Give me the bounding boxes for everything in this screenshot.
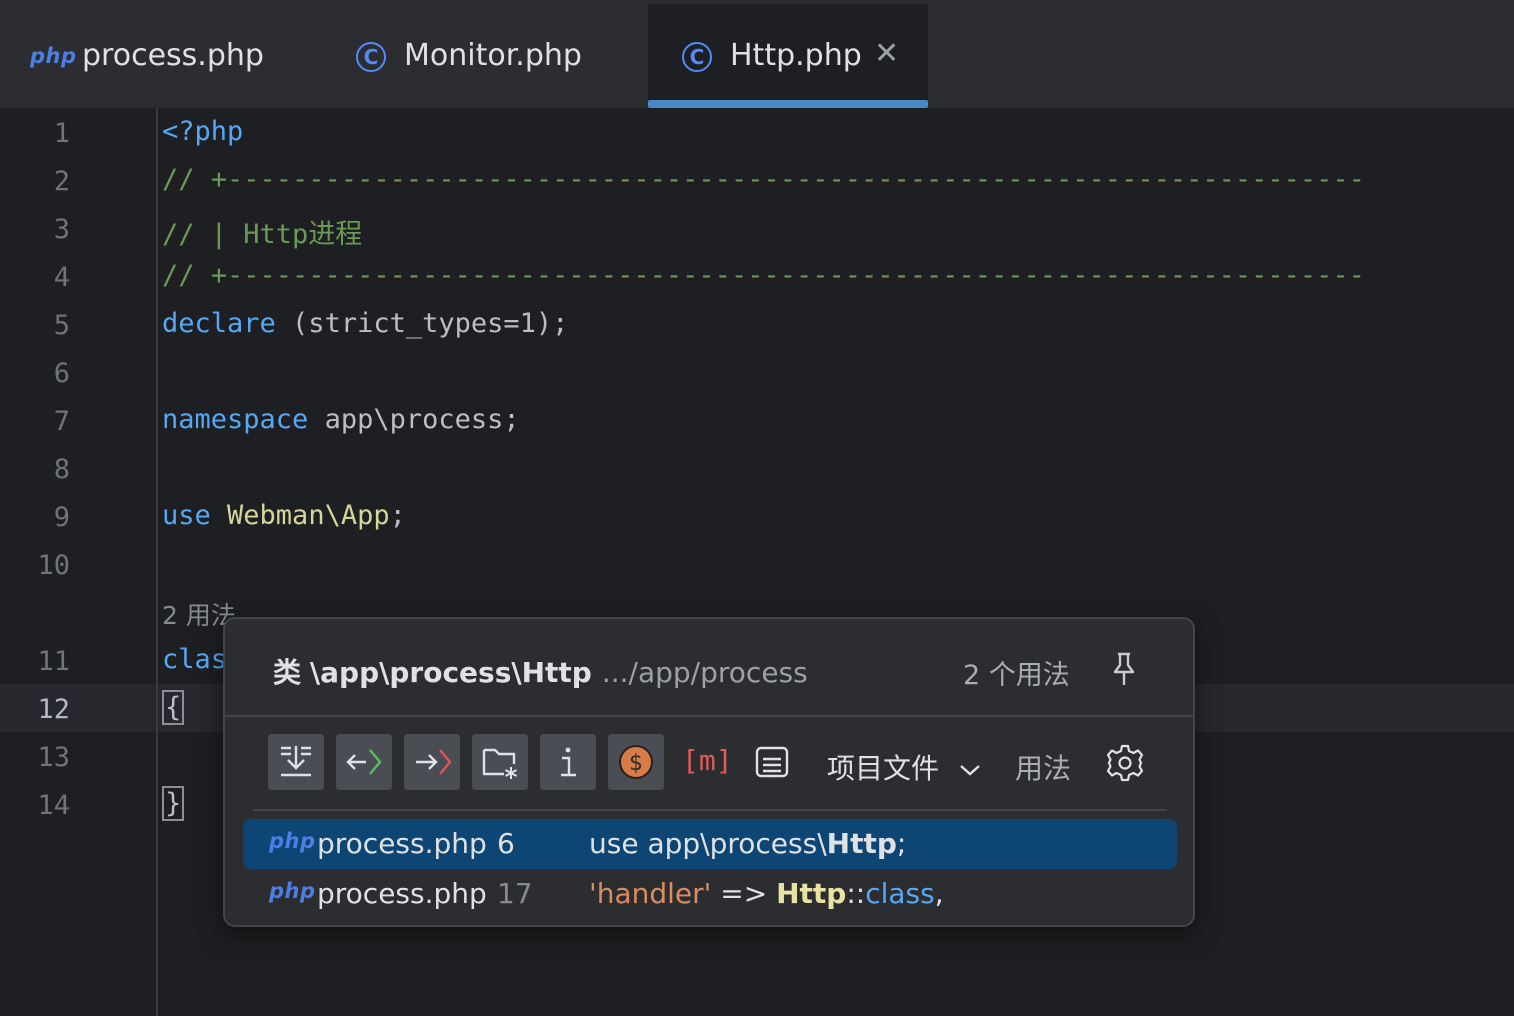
result-line: 17 (497, 877, 533, 910)
line-number: 13 (37, 742, 70, 773)
tab-http-php[interactable]: C Http.php ✕ (648, 4, 928, 108)
usage-result-row[interactable]: php process.php 6 use app\process\Http; (243, 819, 1177, 869)
usage-result-row[interactable]: php process.php 17 'handler' => Http::cl… (243, 869, 1177, 919)
snippet-text: ; (896, 827, 907, 860)
scope-dropdown[interactable]: 项目文件 (827, 747, 982, 787)
snippet-text: , (934, 877, 944, 910)
snippet-text: use app\process\ (589, 827, 827, 860)
close-icon[interactable]: ✕ (874, 36, 899, 71)
line-number: 5 (53, 310, 70, 341)
dollar-icon: $ (619, 745, 653, 779)
preview-button[interactable] (744, 734, 800, 790)
popup-header: 类 \app\process\Http .../app/process 2 个用法 (225, 619, 1193, 717)
line-number: 3 (53, 214, 70, 245)
line-number: 9 (53, 502, 70, 533)
code-line-5: declare (strict_types=1); (162, 308, 568, 339)
line-number: 4 (53, 262, 70, 293)
matched-brace: { (162, 690, 185, 725)
code-line-14: } (162, 786, 185, 821)
folder-icon (482, 748, 517, 779)
line-number: 2 (53, 166, 70, 197)
keyword: declare (162, 308, 276, 339)
method-icon: [m] (682, 744, 733, 777)
type-reference: Webman\App (210, 500, 390, 531)
tab-label: Http.php (730, 38, 862, 73)
read-access-icon (346, 749, 382, 775)
snippet-string: 'handler' (589, 877, 712, 910)
line-number: 1 (53, 118, 70, 149)
line-number: 14 (37, 790, 70, 821)
snippet-match: Http (826, 827, 897, 860)
line-number: 7 (53, 406, 70, 437)
active-tab-indicator (648, 100, 928, 108)
snippet-keyword: class (865, 877, 935, 910)
gear-icon[interactable] (1105, 743, 1145, 783)
code-line-1: <?php (162, 116, 244, 147)
toolbar-divider (253, 809, 1167, 811)
svg-text:$: $ (629, 751, 643, 776)
class-icon: C (356, 42, 386, 72)
code-line-12: { (162, 690, 185, 725)
code-line-9: use Webman\App; (162, 500, 406, 531)
show-info-button[interactable] (540, 734, 596, 790)
code-line-11: clas (162, 644, 228, 675)
php-file-icon: php (30, 44, 77, 68)
result-line: 6 (497, 827, 515, 860)
php-file-icon: php (269, 829, 316, 853)
keyword: namespace (162, 404, 309, 435)
write-access-icon (416, 749, 452, 775)
tab-monitor-php[interactable]: C Monitor.php (330, 4, 640, 108)
gutter-separator (156, 108, 158, 1016)
line-number-current: 12 (37, 694, 70, 725)
tab-label: Monitor.php (404, 38, 582, 73)
scope-label: 项目文件 (827, 752, 940, 785)
filter-dollar-button[interactable]: $ (608, 734, 664, 790)
code-text: ; (389, 500, 406, 531)
snippet-text: => (711, 877, 777, 910)
snippet-match: Http (776, 877, 847, 910)
symbol-kind: 类 (273, 656, 302, 689)
show-write-access-button[interactable] (404, 734, 460, 790)
tab-label: process.php (82, 38, 264, 73)
preview-list-icon (755, 746, 789, 778)
class-icon: C (682, 42, 712, 72)
usage-count: 2 个用法 (963, 660, 1070, 691)
tab-process-php[interactable]: php process.php (0, 4, 320, 108)
code-line-4: // +------------------------------------… (162, 260, 1365, 291)
show-read-access-button[interactable] (336, 734, 392, 790)
code-text: (strict_types=1); (275, 308, 569, 339)
result-snippet: 'handler' => Http::class, (589, 877, 944, 910)
snippet-text: :: (846, 877, 866, 910)
editor-tab-bar: php process.php C Monitor.php C Http.php… (0, 0, 1514, 108)
info-icon (561, 747, 576, 777)
line-number: 6 (53, 358, 70, 389)
merge-lines-icon (281, 746, 311, 777)
keyword: use (162, 500, 211, 531)
matched-brace: } (162, 786, 185, 821)
line-number: 11 (37, 646, 70, 677)
chevron-down-icon (960, 765, 980, 776)
symbol-path: \app\process\Http (309, 656, 592, 689)
find-usages-popup: 类 \app\process\Http .../app/process 2 个用法 (223, 617, 1195, 927)
group-by-directory-button[interactable] (472, 734, 528, 790)
code-line-7: namespace app\process; (162, 404, 520, 435)
symbol-location: .../app/process (601, 656, 808, 689)
line-number: 8 (53, 454, 70, 485)
pin-icon[interactable] (1109, 651, 1139, 687)
php-file-icon: php (269, 879, 316, 903)
usages-filter-label[interactable]: 用法 (1015, 747, 1071, 787)
popup-title: 类 \app\process\Http .../app/process (273, 651, 808, 691)
method-filter-button[interactable]: [m] (676, 734, 733, 790)
code-line-2: // +------------------------------------… (162, 164, 1365, 195)
code-line-3: // | Http进程 (162, 219, 363, 250)
code-text: app\process; (308, 404, 520, 435)
merge-usages-button[interactable] (268, 734, 324, 790)
result-file: process.php (317, 827, 487, 860)
result-file: process.php (317, 877, 487, 910)
result-snippet: use app\process\Http; (589, 827, 906, 860)
line-number: 10 (37, 550, 70, 581)
